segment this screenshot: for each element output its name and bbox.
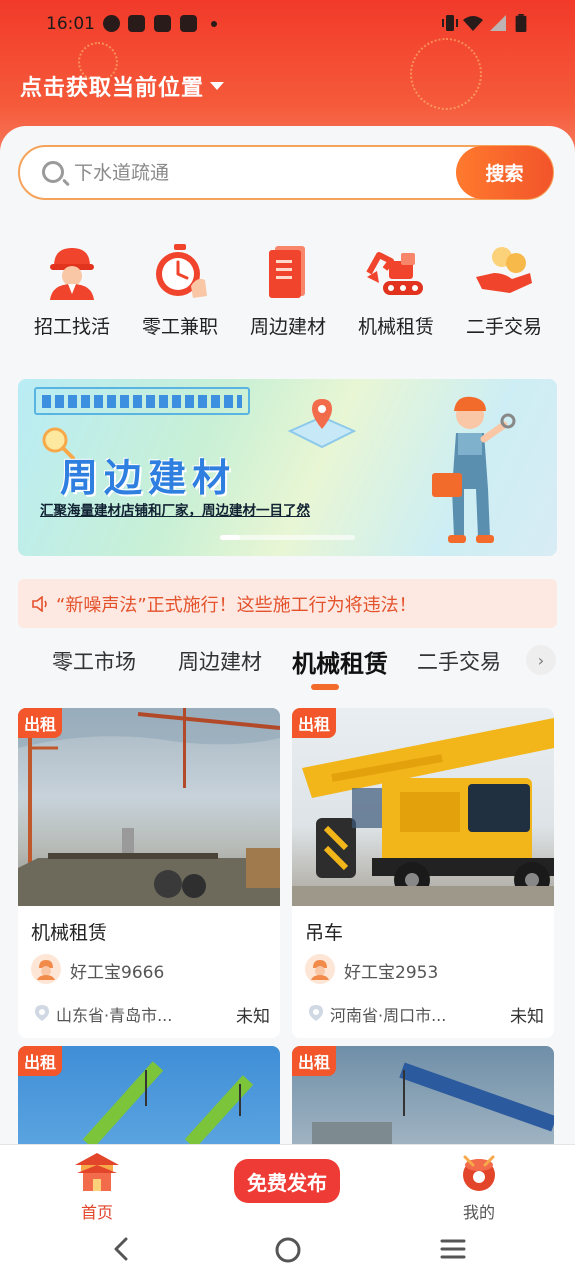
category-grid: 招工找活 零工兼职 周边建材 机械租赁 二手交易	[18, 240, 558, 340]
category-materials[interactable]: 周边建材	[234, 240, 342, 340]
tabs-scroll-right-button[interactable]: ›	[526, 645, 556, 675]
banner-pagination	[220, 535, 355, 540]
tab-odd-jobs[interactable]: 零工市场	[52, 646, 136, 676]
category-secondhand[interactable]: 二手交易	[450, 240, 558, 340]
publish-button[interactable]: 免费发布	[234, 1159, 340, 1203]
back-icon[interactable]	[110, 1236, 132, 1262]
category-label: 二手交易	[465, 316, 542, 338]
location-pin-icon	[309, 1005, 323, 1021]
listing-location: 山东省·青岛市...	[56, 1006, 173, 1025]
worker-avatar-icon	[311, 960, 329, 980]
system-navigation-bar	[0, 1220, 575, 1280]
category-label: 招工找活	[33, 316, 110, 338]
worker-helmet-icon	[41, 240, 103, 302]
search-icon	[42, 161, 64, 183]
category-machinery[interactable]: 机械租赁	[342, 240, 450, 340]
category-label: 机械租赁	[357, 316, 434, 338]
recent-apps-icon[interactable]	[440, 1238, 466, 1260]
rent-badge: 出租	[18, 708, 63, 738]
listing-image: 出租	[292, 1046, 554, 1144]
app-notification-icon	[180, 15, 197, 32]
tab-materials[interactable]: 周边建材	[178, 646, 262, 676]
listing-card[interactable]: 出租 机械租赁 好工宝9666 山东省·青岛市... 未知	[18, 708, 280, 1038]
coins-hand-icon	[473, 240, 535, 302]
nav-home[interactable]: 首页	[68, 1149, 126, 1222]
search-bar: 搜索	[18, 145, 554, 200]
category-label: 零工兼职	[141, 316, 218, 338]
listing-card[interactable]: 出租	[292, 1046, 554, 1144]
notice-bar[interactable]: “新噪声法”正式施行！这些施工行为将违法！	[18, 579, 557, 628]
worker-illustration	[432, 396, 516, 543]
rent-badge: 出租	[292, 708, 337, 738]
firework-decoration	[410, 38, 482, 110]
more-notifications-dot	[211, 21, 217, 27]
listing-user: 好工宝9666	[70, 963, 165, 983]
listing-image: 出租	[18, 708, 280, 906]
caret-down-icon	[210, 82, 225, 90]
document-book-icon	[257, 240, 319, 302]
construction-site-illustration	[18, 708, 280, 906]
category-recruit[interactable]: 招工找活	[18, 240, 126, 340]
signal-icon	[490, 15, 506, 31]
worker-avatar-icon	[37, 960, 55, 980]
messenger-icon	[103, 15, 120, 32]
map-pin-decoration-icon	[287, 399, 357, 449]
listing-image: 出租	[292, 708, 554, 906]
avatar	[305, 954, 335, 984]
home-circle-icon[interactable]	[274, 1236, 302, 1264]
category-label: 周边建材	[249, 316, 326, 338]
active-tab-indicator	[311, 684, 339, 690]
listing-title: 吊车	[305, 922, 344, 944]
home-temple-icon	[75, 1153, 119, 1191]
rent-badge: 出租	[18, 1046, 63, 1076]
app-notification-icon	[128, 15, 145, 32]
search-button[interactable]: 搜索	[456, 146, 553, 199]
stopwatch-icon	[149, 240, 211, 302]
excavator-icon	[365, 240, 427, 302]
profile-drum-icon	[463, 1155, 495, 1191]
search-input[interactable]	[74, 159, 444, 187]
listing-image: 出租	[18, 1046, 280, 1144]
banner-subtitle: 汇聚海量建材店铺和厂家，周边建材一目了然	[40, 503, 310, 519]
banner-code-decoration	[34, 387, 250, 415]
app-notification-icon	[154, 15, 171, 32]
vibrate-icon	[442, 15, 458, 31]
category-parttime[interactable]: 零工兼职	[126, 240, 234, 340]
listing-location: 河南省·周口市...	[330, 1006, 447, 1025]
listing-card[interactable]: 出租	[18, 1046, 280, 1144]
listing-title: 机械租赁	[31, 922, 108, 944]
battery-icon	[515, 14, 527, 32]
notice-text: “新噪声法”正式施行！这些施工行为将违法！	[56, 594, 417, 616]
tab-machinery[interactable]: 机械租赁	[292, 644, 388, 679]
promo-banner[interactable]: 周边建材 汇聚海量建材店铺和厂家，周边建材一目了然	[18, 379, 557, 556]
location-label: 点击获取当前位置	[20, 76, 205, 101]
listing-card[interactable]: 出租 吊车 好工宝2953 河南省·周口市... 未知	[292, 708, 554, 1038]
category-tabs: 零工市场 周边建材 机械租赁 二手交易	[0, 640, 575, 690]
speaker-icon	[32, 595, 47, 612]
status-bar: 16:01	[0, 0, 575, 48]
status-time: 16:01	[46, 14, 95, 34]
banner-title: 周边建材	[60, 456, 237, 500]
wifi-icon	[463, 16, 483, 31]
location-pin-icon	[35, 1005, 49, 1021]
bottom-navigation: 首页 免费发布 我的	[0, 1144, 575, 1222]
banner-pagination-active	[220, 535, 240, 540]
crane-truck-illustration	[292, 718, 554, 906]
location-selector[interactable]: 点击获取当前位置	[20, 70, 225, 102]
avatar	[31, 954, 61, 984]
listing-price: 未知	[236, 1007, 270, 1027]
tab-secondhand[interactable]: 二手交易	[417, 646, 501, 676]
nav-me[interactable]: 我的	[452, 1153, 506, 1222]
listing-price: 未知	[510, 1007, 544, 1027]
rent-badge: 出租	[292, 1046, 337, 1076]
listing-user: 好工宝2953	[344, 963, 439, 983]
chevron-right-icon: ›	[537, 650, 545, 670]
